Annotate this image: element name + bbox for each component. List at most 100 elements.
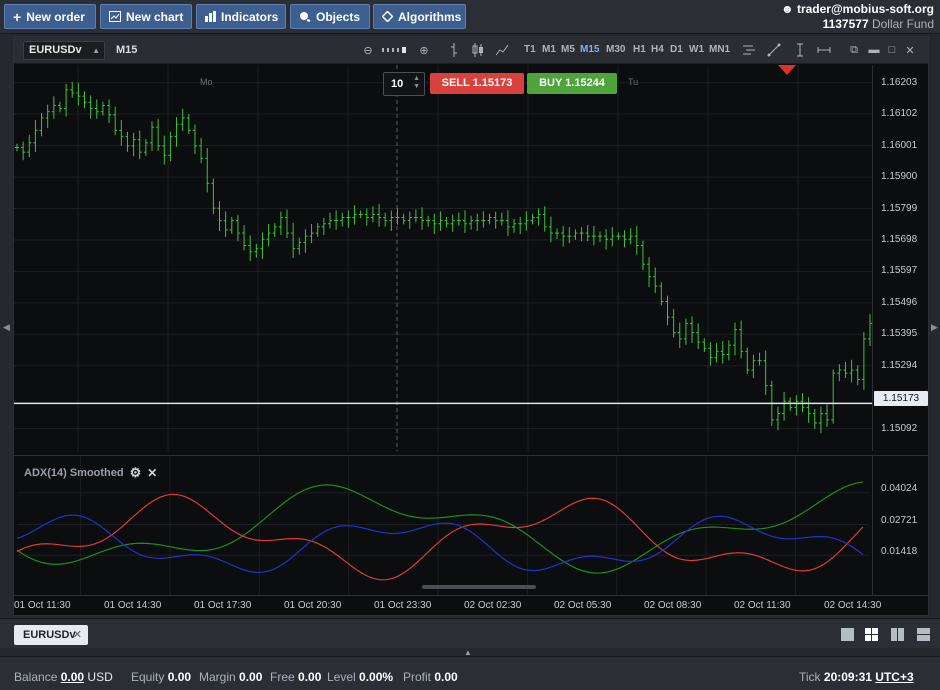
symbol-value: EURUSDv xyxy=(29,44,82,56)
price-tick: 1.15900 xyxy=(881,171,918,183)
price-chart[interactable] xyxy=(14,65,872,451)
gear-icon[interactable]: ⚙ xyxy=(130,465,142,481)
price-tick: 1.16203 xyxy=(881,76,918,88)
ohlc-bar xyxy=(732,322,737,356)
ohlc-bar xyxy=(512,218,517,233)
price-axis[interactable]: 1.15173 1.16203 1.16102 1.16001 1.15900 1.15… xyxy=(872,65,928,451)
margin-label: Margin xyxy=(199,670,236,684)
equity-value: 0.00 xyxy=(167,670,192,684)
balance-field: Balance 0.00 USD xyxy=(14,670,113,684)
day-label-mo: Mo xyxy=(200,77,213,87)
level-field: Level 0.00% xyxy=(327,670,393,684)
algorithms-button[interactable]: Algorithms xyxy=(373,4,466,29)
candle-type-icon[interactable] xyxy=(470,42,486,58)
new-order-button[interactable]: + New order xyxy=(4,4,96,29)
horizontal-line-icon[interactable] xyxy=(816,42,832,58)
tick-time: 20:09:31 xyxy=(823,670,872,684)
left-arrow-icon[interactable]: ◀ xyxy=(3,322,10,333)
settings-list-icon[interactable] xyxy=(742,42,758,58)
time-tick: 02 Oct 05:30 xyxy=(554,600,612,611)
tf-h1[interactable]: H1 xyxy=(633,44,646,55)
ohlc-bar xyxy=(849,359,854,383)
layout-grid-icon[interactable] xyxy=(864,627,880,643)
ohlc-bar xyxy=(131,132,136,157)
ohlc-bar xyxy=(640,240,645,271)
ohlc-bar xyxy=(168,131,173,162)
ohlc-bar xyxy=(450,214,455,232)
ohlc-bar xyxy=(76,82,81,106)
trendline-icon[interactable] xyxy=(766,42,782,58)
time-tick: 02 Oct 11:30 xyxy=(734,600,791,611)
tick-label: Tick xyxy=(799,670,821,684)
tf-m5[interactable]: M5 xyxy=(561,44,575,55)
ohlc-bar xyxy=(708,342,713,366)
layout-rows-icon[interactable] xyxy=(916,627,932,643)
vertical-line-icon[interactable] xyxy=(792,42,808,58)
ohlc-bar xyxy=(542,206,547,232)
quantity-stepper[interactable]: 10 ▲ ▼ xyxy=(383,72,425,96)
ohlc-bar xyxy=(229,216,234,234)
profit-value: 0.00 xyxy=(434,670,458,684)
tf-w1[interactable]: W1 xyxy=(689,44,704,55)
tf-m15[interactable]: M15 xyxy=(580,44,599,55)
close-icon[interactable]: ✕ xyxy=(902,42,918,58)
ohlc-bar xyxy=(119,120,124,146)
symbol-select[interactable]: EURUSDv ▲ ▼ xyxy=(23,41,105,72)
tf-d1[interactable]: D1 xyxy=(670,44,683,55)
ohlc-bar xyxy=(438,211,443,231)
layout-columns-icon[interactable] xyxy=(890,627,906,643)
zoom-slider[interactable] xyxy=(382,42,412,58)
ohlc-bar xyxy=(499,212,504,226)
ohlc-bar xyxy=(162,135,167,165)
time-tick: 01 Oct 11:30 xyxy=(14,600,71,611)
time-tick: 02 Oct 02:30 xyxy=(464,600,522,611)
ohlc-bar xyxy=(561,226,566,247)
ohlc-bar xyxy=(82,91,87,109)
ohlc-bar xyxy=(389,210,394,231)
plus-icon: + xyxy=(13,8,22,25)
tf-m30[interactable]: M30 xyxy=(606,44,625,55)
layout-single-icon[interactable] xyxy=(840,627,856,643)
indicators-label: Indicators xyxy=(221,9,279,24)
timezone-select[interactable]: UTC+3 xyxy=(875,670,913,684)
ohlc-bar xyxy=(150,121,155,151)
detach-icon[interactable]: ⧉ xyxy=(846,42,862,58)
close-icon[interactable]: ✕ xyxy=(147,466,157,480)
buy-button[interactable]: BUY 1.15244 xyxy=(527,73,617,94)
ohlc-bar xyxy=(70,81,75,98)
bar-type-icon[interactable] xyxy=(446,42,462,58)
ohlc-bar xyxy=(383,212,388,227)
tf-h4[interactable]: H4 xyxy=(651,44,664,55)
horizontal-scrollbar[interactable] xyxy=(422,585,536,589)
sell-price: 1.15173 xyxy=(472,77,513,89)
alert-marker-icon[interactable] xyxy=(778,65,796,75)
balance-value[interactable]: 0.00 xyxy=(61,670,84,684)
zoom-in-icon[interactable]: ⊕ xyxy=(416,42,432,58)
ohlc-bar xyxy=(591,225,596,246)
objects-button[interactable]: Objects xyxy=(290,4,370,29)
tf-t1[interactable]: T1 xyxy=(524,44,536,55)
indicator-tick: 0.01418 xyxy=(881,546,918,557)
ohlc-bar xyxy=(420,207,425,230)
ohlc-bar xyxy=(745,347,750,374)
close-tab-icon[interactable]: ✕ xyxy=(73,625,82,645)
new-chart-button[interactable]: New chart xyxy=(100,4,192,29)
account-info[interactable]: ☻ trader@mobius-soft.org 1137577 Dollar … xyxy=(781,2,934,32)
tf-mn1[interactable]: MN1 xyxy=(709,44,730,55)
line-type-icon[interactable] xyxy=(494,42,510,58)
zoom-out-icon[interactable]: ⊖ xyxy=(360,42,376,58)
right-arrow-icon[interactable]: ▶ xyxy=(931,322,938,333)
chart-tab-eurusdv[interactable]: EURUSDv ✕ xyxy=(14,625,88,645)
free-field: Free 0.00 xyxy=(270,670,321,684)
tf-m1[interactable]: M1 xyxy=(542,44,556,55)
maximize-icon[interactable]: □ xyxy=(884,42,900,58)
ohlc-bar xyxy=(401,213,406,225)
indicators-button[interactable]: Indicators xyxy=(196,4,286,29)
profit-field: Profit 0.00 xyxy=(403,670,458,684)
sell-button[interactable]: SELL 1.15173 xyxy=(430,73,524,94)
ohlc-bar xyxy=(426,215,431,227)
minimize-icon[interactable]: ▬ xyxy=(866,42,882,58)
ohlc-bar xyxy=(677,322,682,349)
ohlc-bar xyxy=(223,211,228,237)
time-axis[interactable]: 01 Oct 11:30 01 Oct 14:30 01 Oct 17:30 01 O… xyxy=(14,595,928,615)
